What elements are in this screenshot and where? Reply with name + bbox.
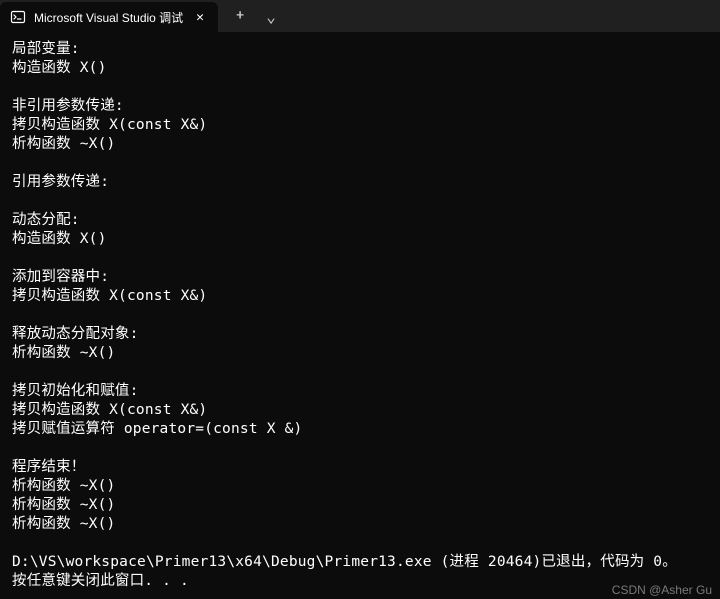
- close-icon[interactable]: ✕: [192, 9, 208, 25]
- terminal-icon: [10, 9, 26, 25]
- new-tab-button[interactable]: +: [236, 8, 244, 24]
- terminal-output: 局部变量: 构造函数 X() 非引用参数传递: 拷贝构造函数 X(const X…: [0, 32, 720, 599]
- active-tab[interactable]: Microsoft Visual Studio 调试 ✕: [0, 2, 218, 32]
- tab-title: Microsoft Visual Studio 调试: [34, 9, 184, 26]
- watermark: CSDN @Asher Gu: [612, 583, 712, 597]
- title-actions: + ⌄: [218, 0, 276, 32]
- title-bar: Microsoft Visual Studio 调试 ✕ + ⌄: [0, 0, 720, 32]
- tab-dropdown-button[interactable]: ⌄: [266, 7, 276, 26]
